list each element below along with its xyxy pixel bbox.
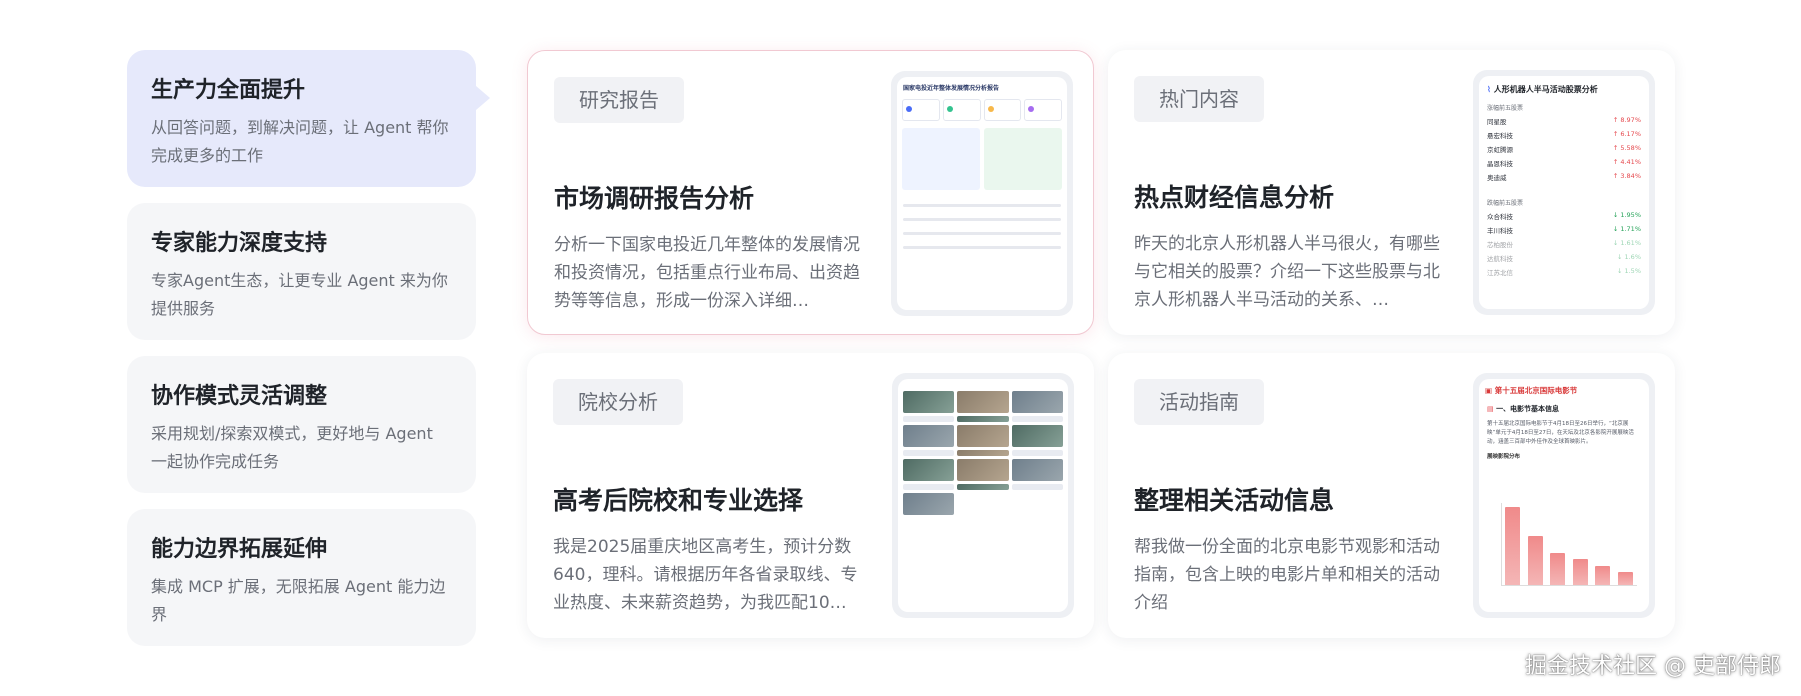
card-tag: 热门内容	[1134, 76, 1264, 122]
stock-row: 众合科技 ↓ 1.95%	[1487, 211, 1641, 221]
school-preview	[892, 373, 1074, 618]
film-bar	[1617, 572, 1633, 585]
film-preview: ▣ 第十五届北京国际电影节 ▤ 一、电影节基本信息 第十五届北京国际电影节于4月…	[1473, 373, 1655, 618]
stock-row: 江苏北信 ↓ 1.5%	[1487, 267, 1641, 277]
stock-preview: ⌇ 人形机器人半马活动股票分析 涨幅前五股票 同星股 ↑ 8.97% 悬宏科技 ↑ …	[1473, 70, 1655, 315]
gainers-label: 涨幅前五股票	[1487, 105, 1524, 112]
report-preview-title: 国家电投近年整体发展情况分析报告	[903, 85, 1000, 92]
report-preview: 国家电投近年整体发展情况分析报告	[891, 71, 1073, 316]
film-preview-title: ▣ 第十五届北京国际电影节	[1485, 386, 1578, 395]
film-bar	[1550, 552, 1565, 585]
card-tag: 活动指南	[1134, 379, 1264, 425]
film-bar	[1505, 507, 1520, 585]
card-event-guide[interactable]: 活动指南 整理相关活动信息 帮我做一份全面的北京电影节观影和活动指南，包含上映的…	[1108, 353, 1675, 638]
card-title: 市场调研报告分析	[554, 184, 755, 213]
card-tag: 研究报告	[554, 77, 684, 123]
feature-title: 能力边界拓展延伸	[151, 537, 328, 562]
feature-extension[interactable]: 能力边界拓展延伸 集成 MCP 扩展，无限拓展 Agent 能力边界	[127, 509, 476, 646]
stock-row: 达航科技 ↓ 1.6%	[1487, 253, 1641, 263]
card-desc: 昨天的北京人形机器人半马很火，有哪些与它相关的股票？介绍一下这些股票与北京人形机…	[1134, 234, 1440, 310]
feature-productivity[interactable]: 生产力全面提升 从回答问题，到解决问题，让 Agent 帮你完成更多的工作	[127, 50, 490, 187]
card-title: 高考后院校和专业选择	[553, 486, 804, 515]
watermark: 掘金技术社区 @ 吏部侍郎	[1525, 654, 1781, 679]
card-finance-hotspot[interactable]: 热门内容 热点财经信息分析 昨天的北京人形机器人半马很火，有哪些与它相关的股票？…	[1108, 50, 1675, 335]
film-icon: ▣	[1485, 386, 1493, 395]
trend-icon: ⌇	[1487, 85, 1491, 94]
losers-label: 跌幅前五股票	[1487, 200, 1524, 207]
stock-row: 京虹腾源 ↑ 5.58%	[1487, 144, 1641, 154]
film-bar	[1527, 536, 1543, 585]
card-market-research[interactable]: 研究报告 市场调研报告分析 分析一下国家电投近几年整体的发展情况和投资情况，包括…	[527, 50, 1094, 335]
feature-desc: 专家Agent生态，让更专业 Agent 来为你提供服务	[151, 271, 448, 318]
stock-row: 丰川科技 ↓ 1.71%	[1487, 225, 1641, 235]
stock-preview-title: ⌇ 人形机器人半马活动股票分析	[1487, 85, 1598, 94]
calendar-icon: ▤	[1487, 405, 1494, 413]
feature-title: 专家能力深度支持	[151, 231, 328, 256]
feature-expert[interactable]: 专家能力深度支持 专家Agent生态，让更专业 Agent 来为你提供服务	[127, 203, 476, 340]
feature-desc: 采用规划/探索双模式，更好地与 Agent 一起协作完成任务	[151, 424, 433, 471]
feature-desc: 从回答问题，到解决问题，让 Agent 帮你完成更多的工作	[151, 118, 449, 165]
card-desc: 我是2025届重庆地区高考生，预计分数640，理科。请根据历年各省录取线、专业热…	[553, 537, 858, 613]
stock-row: 同星股 ↑ 8.97%	[1487, 116, 1641, 126]
card-college-choice[interactable]: 院校分析 高考后院校和专业选择 我是2025届重庆地区高考生，预计分数640，理…	[527, 353, 1094, 638]
stock-row: 芯柏股份 ↓ 1.61%	[1487, 239, 1641, 249]
feature-desc: 集成 MCP 扩展，无限拓展 Agent 能力边界	[151, 577, 446, 624]
card-tag: 院校分析	[553, 379, 683, 425]
card-title: 热点财经信息分析	[1134, 183, 1335, 212]
feature-collaboration[interactable]: 协作模式灵活调整 采用规划/探索双模式，更好地与 Agent 一起协作完成任务	[127, 356, 476, 493]
card-desc: 分析一下国家电投近几年整体的发展情况和投资情况，包括重点行业布局、出资趋势等等信…	[554, 235, 860, 311]
stock-row: 悬宏科技 ↑ 6.17%	[1487, 130, 1641, 140]
school-preview-header	[898, 379, 1068, 389]
feature-title: 协作模式灵活调整	[151, 384, 328, 409]
card-desc: 帮我做一份全面的北京电影节观影和活动指南，包含上映的电影片单和相关的活动介绍	[1134, 537, 1440, 613]
film-bar	[1595, 565, 1610, 585]
stock-row: 奥迪威 ↑ 3.84%	[1487, 172, 1641, 182]
school-image-grid	[898, 389, 1068, 517]
feature-title: 生产力全面提升	[151, 78, 306, 103]
film-section-title: ▤ 一、电影节基本信息	[1487, 405, 1560, 413]
film-chart-label: 展映影院分布	[1487, 454, 1521, 460]
stock-row: 晶恩科技 ↑ 4.41%	[1487, 158, 1641, 168]
film-section-text: 第十五届北京国际电影节于4月18日至26日举行，“北京展映”单元于4月18日至2…	[1487, 421, 1634, 445]
film-bar-chart	[1501, 503, 1637, 586]
card-title: 整理相关活动信息	[1134, 486, 1335, 515]
film-bar	[1572, 559, 1588, 585]
report-stats	[897, 95, 1067, 125]
report-columns	[897, 125, 1067, 193]
